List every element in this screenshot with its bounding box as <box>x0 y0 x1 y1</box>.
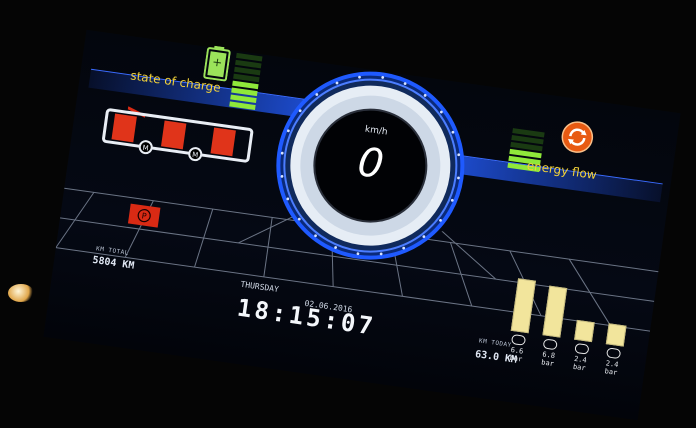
svg-text:M: M <box>192 151 199 160</box>
speed-value: 0 <box>354 139 387 189</box>
svg-text:+: + <box>211 55 223 70</box>
svg-text:M: M <box>142 144 149 153</box>
pressure-bar <box>542 285 568 338</box>
brake-circuit-icon <box>542 338 558 351</box>
pressure-bar <box>574 319 595 343</box>
bus-door-status-icon: M M <box>102 106 254 163</box>
level-segment <box>229 101 256 110</box>
top-right-accent-bar <box>442 152 663 203</box>
pressure-bar <box>510 278 536 334</box>
indicator-lamp <box>8 284 34 302</box>
pressure-circuit: 2.4 bar <box>596 322 633 378</box>
parking-brake-indicator: P <box>127 203 161 228</box>
air-pressure-panel: 6.6 bar 6.8 bar 2.4 bar 2.4 bar <box>500 252 644 379</box>
svg-text:P: P <box>141 211 147 221</box>
pressure-circuit: 2.4 bar <box>564 319 601 374</box>
brake-circuit-icon <box>605 347 622 360</box>
energy-flow-icon <box>561 121 594 153</box>
brake-circuit-icon <box>510 333 527 346</box>
battery-icon: + <box>203 45 231 82</box>
dashboard-scene: state of charge + energy flow M M P km/h… <box>0 0 696 428</box>
brake-circuit-icon <box>574 342 590 355</box>
pressure-bar <box>605 323 627 347</box>
